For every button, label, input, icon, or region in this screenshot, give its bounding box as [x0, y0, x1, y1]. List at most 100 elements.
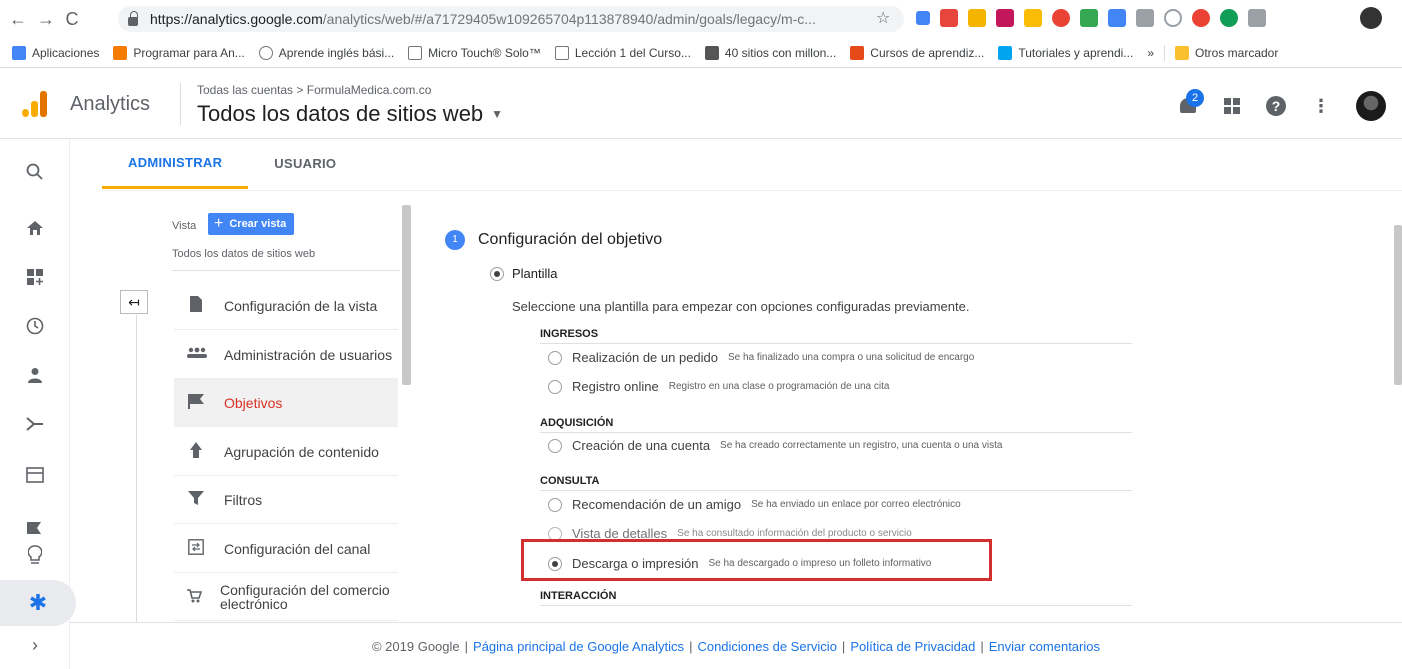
radio-button[interactable] — [548, 350, 562, 365]
search-icon[interactable] — [0, 149, 70, 195]
admin-content: Vista + Crear vista Todos los datos de s… — [102, 190, 1402, 622]
option-name: Creación de una cuenta — [572, 438, 711, 453]
channel-icon — [186, 538, 206, 559]
bookmark-favicon-icon — [258, 45, 273, 60]
nav-item-label: Configuración del canal — [224, 540, 371, 557]
radio-button[interactable] — [490, 266, 504, 281]
goal-template-option[interactable]: Recomendación de un amigo Se ha enviado … — [548, 497, 961, 512]
footer-link-home[interactable]: Página principal de Google Analytics — [473, 639, 684, 654]
extension-icon[interactable] — [1220, 9, 1238, 27]
avatar[interactable] — [1356, 91, 1386, 121]
nav-item-objetivos[interactable]: Objetivos — [174, 379, 398, 427]
bookmark-item[interactable]: 40 sitios con millon... — [704, 45, 836, 60]
footer-separator: | — [841, 638, 846, 654]
extension-icon[interactable] — [996, 9, 1014, 27]
customization-icon[interactable] — [0, 254, 70, 300]
folder-icon — [1175, 45, 1189, 60]
create-view-button[interactable]: + Crear vista — [208, 213, 295, 235]
account-title: Todos los datos de sitios web — [197, 101, 484, 126]
extension-icon[interactable] — [1052, 9, 1070, 27]
annotation-highlight-box — [521, 539, 992, 581]
admin-gear-icon[interactable]: ✱ — [0, 580, 76, 626]
goal-template-option[interactable]: Creación de una cuenta Se ha creado corr… — [548, 438, 1002, 453]
acquisition-icon[interactable] — [0, 401, 70, 447]
extension-icon[interactable] — [1080, 9, 1098, 27]
option-description: Se ha consultado información del product… — [677, 528, 912, 539]
account-selector[interactable]: Todos los datos de sitios web ▼ — [197, 101, 503, 127]
bookmark-item[interactable]: Tutoriales y aprendi... — [998, 45, 1133, 60]
category-adquisicion: ADQUISICIÓN — [540, 417, 1132, 433]
bookmark-apps[interactable]: Aplicaciones — [12, 45, 99, 60]
download-extension-icon[interactable] — [1248, 9, 1266, 27]
notifications-button[interactable]: 2 — [1178, 89, 1204, 117]
nav-item-agrupacion-contenido[interactable]: Agrupación de contenido — [174, 428, 398, 476]
bookmark-item[interactable]: Micro Touch® Solo™ — [408, 45, 541, 60]
nav-item-configuracion-canal[interactable]: Configuración del canal — [174, 525, 398, 573]
expand-chevron-icon[interactable]: › — [0, 622, 70, 669]
radio-button[interactable] — [548, 497, 562, 512]
nav-item-configuracion-vista[interactable]: Configuración de la vista — [174, 282, 398, 330]
bookmark-item[interactable]: Programar para An... — [113, 45, 245, 60]
step-number-badge: 1 — [445, 230, 465, 250]
extension-icon[interactable] — [1164, 9, 1182, 27]
bookmark-favicon-icon — [704, 45, 719, 60]
content-scrollbar[interactable] — [1394, 225, 1402, 385]
apps-grid-icon[interactable] — [1224, 98, 1240, 114]
home-icon[interactable] — [0, 205, 70, 251]
person-icon[interactable] — [0, 352, 70, 398]
extension-icon[interactable] — [940, 9, 958, 27]
goal-template-option[interactable]: Realización de un pedido Se ha finalizad… — [548, 350, 974, 365]
breadcrumb[interactable]: Todas las cuentas > FormulaMedica.com.co — [197, 83, 431, 97]
copyright: © 2019 Google — [371, 638, 460, 654]
nav-item-administracion-usuarios[interactable]: Administración de usuarios — [174, 331, 398, 379]
behavior-icon[interactable] — [0, 452, 70, 498]
nav-item-filtros[interactable]: Filtros — [174, 476, 398, 524]
page-icon — [554, 45, 569, 60]
radio-button[interactable] — [548, 438, 562, 453]
extension-icon[interactable] — [1192, 9, 1210, 27]
left-rail: ✱ — [0, 139, 76, 669]
lightbulb-icon[interactable] — [0, 532, 70, 578]
bookmark-item[interactable]: Lección 1 del Curso... — [554, 45, 691, 60]
category-interaccion: INTERACCIÓN — [540, 590, 1132, 606]
option-description: Se ha enviado un enlace por correo elect… — [751, 499, 961, 510]
view-selector[interactable]: Todos los datos de sitios web — [172, 248, 400, 271]
person-walk-icon — [186, 441, 206, 462]
bookmarks-divider — [1164, 44, 1165, 61]
extension-icon[interactable] — [1136, 9, 1154, 27]
extension-icon[interactable] — [916, 11, 930, 25]
radio-button[interactable] — [548, 379, 562, 394]
footer-link-privacy[interactable]: Política de Privacidad — [850, 639, 975, 654]
help-icon[interactable]: ? — [1266, 96, 1286, 116]
clock-icon[interactable] — [0, 303, 70, 349]
nav-scrollbar[interactable] — [402, 205, 411, 385]
forward-arrow-icon[interactable]: → — [36, 8, 56, 30]
bookmark-star-icon[interactable]: ☆ — [876, 8, 890, 28]
extension-icon[interactable] — [968, 9, 986, 27]
back-arrow-button[interactable]: ↤ — [120, 290, 148, 314]
tab-usuario[interactable]: USUARIO — [248, 139, 362, 189]
bookmark-item[interactable]: Cursos de aprendiz... — [850, 45, 984, 60]
footer-link-feedback[interactable]: Enviar comentarios — [989, 639, 1100, 654]
caret-down-icon: ▼ — [491, 107, 504, 121]
reload-icon[interactable]: C — [62, 8, 82, 30]
nav-item-comercio-electronico[interactable]: Configuración del comercio electrónico — [174, 573, 398, 621]
bookmark-item[interactable]: Aprende inglés bási... — [258, 45, 394, 60]
analytics-logo-icon[interactable] — [22, 91, 48, 117]
other-bookmarks[interactable]: Otros marcador — [1175, 45, 1278, 60]
footer-link-terms[interactable]: Condiciones de Servicio — [697, 639, 836, 654]
option-name: Recomendación de un amigo — [572, 497, 742, 512]
extension-icon[interactable] — [1108, 9, 1126, 27]
goal-template-option[interactable]: Registro online Registro en una clase o … — [548, 379, 889, 394]
bookmarks-overflow-chevron[interactable]: » — [1147, 46, 1154, 60]
notification-badge: 2 — [1186, 89, 1204, 107]
template-radio-option[interactable]: Plantilla — [490, 266, 558, 281]
header-actions: 2 ? ⋮ — [1178, 89, 1386, 121]
address-bar[interactable]: https://analytics.google.com/analytics/w… — [118, 6, 904, 32]
more-vert-icon[interactable]: ⋮ — [1312, 96, 1330, 116]
category-consulta: CONSULTA — [540, 475, 1132, 491]
extension-icon[interactable] — [1024, 9, 1042, 27]
browser-profile-avatar[interactable] — [1360, 7, 1382, 29]
back-arrow-icon[interactable]: ← — [8, 8, 28, 30]
tab-administrar[interactable]: ADMINISTRAR — [102, 139, 249, 189]
